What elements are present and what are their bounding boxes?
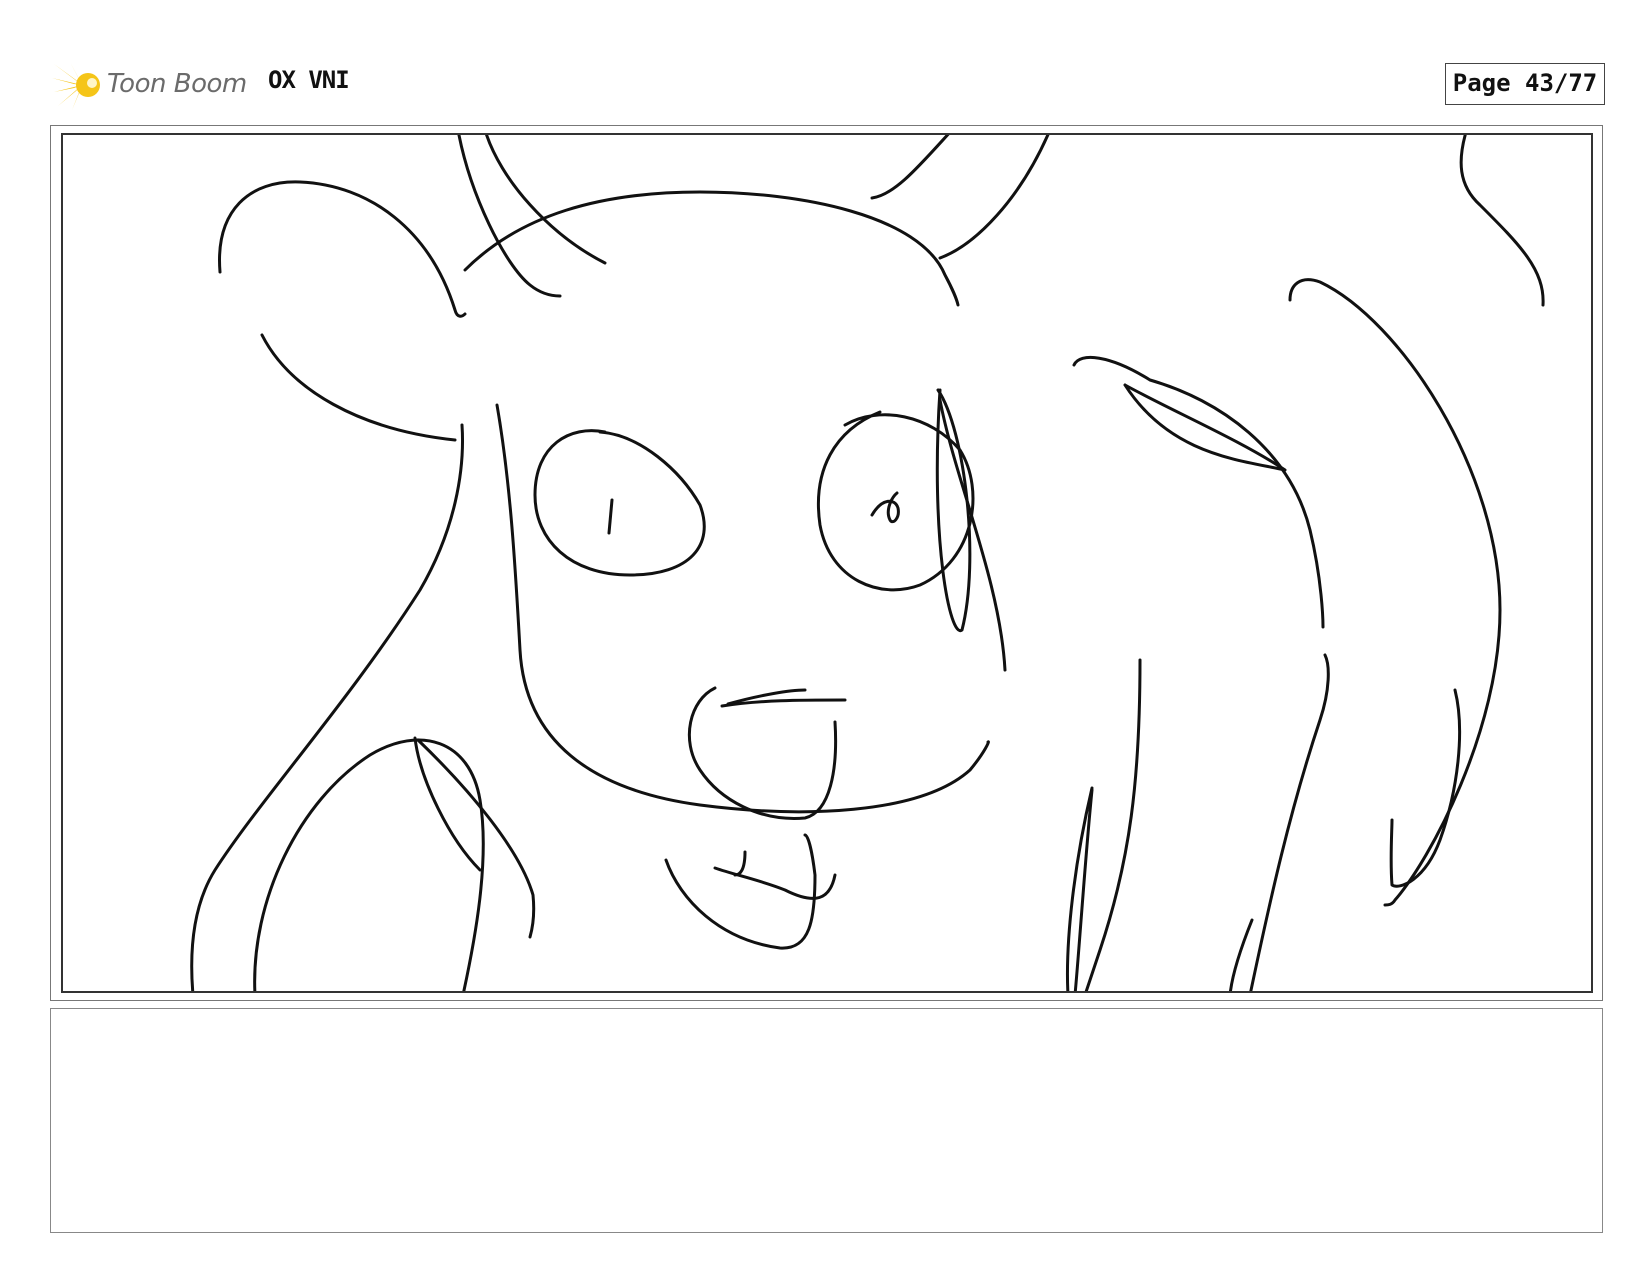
sketch-stroke-left-pupil bbox=[607, 498, 614, 535]
sketch-stroke-tongue bbox=[713, 866, 837, 900]
sketch-stroke-left-body bbox=[190, 423, 464, 991]
header-bar: Toon Boom OX VNI Page 43/77 bbox=[0, 0, 1650, 120]
sketch-stroke-hand-outer bbox=[253, 738, 485, 991]
sketch-stroke-hand-inner bbox=[413, 736, 482, 872]
sketch-stroke-head-top bbox=[463, 190, 960, 307]
sketch-stroke-right-hair-flick bbox=[1123, 383, 1287, 472]
sketch-stroke-chin bbox=[664, 833, 817, 950]
sketch-stroke-hair-strand bbox=[935, 388, 972, 633]
sunburst-logo-icon bbox=[52, 62, 100, 110]
sketch-stroke-body-right-b bbox=[1229, 918, 1254, 991]
sketch-stroke-hair-b bbox=[485, 135, 607, 265]
sketch-stroke-right-hair-top bbox=[1072, 355, 1325, 629]
sketch-stroke-hair-a bbox=[457, 135, 562, 298]
sketch-stroke-mouth-open bbox=[687, 686, 838, 820]
sketch-stroke-right-eye bbox=[816, 410, 975, 592]
page-counter: Page 43/77 bbox=[1445, 63, 1605, 105]
logo-text: Toon Boom bbox=[107, 69, 247, 99]
sketch-stroke-body-left bbox=[1084, 658, 1142, 991]
storyboard-panel[interactable] bbox=[61, 133, 1593, 993]
caption-box[interactable] bbox=[50, 1008, 1603, 1233]
sketch-stroke-left-eye bbox=[533, 429, 706, 577]
sketch-stroke-left-ear-top bbox=[218, 180, 467, 318]
sketch-drawing bbox=[190, 135, 1545, 991]
sketch-stroke-hand-finger bbox=[416, 738, 536, 939]
sketch-stroke-right-pupil bbox=[870, 491, 900, 524]
sketch-stroke-hair-d bbox=[938, 135, 1050, 260]
sketch-stroke-hair-e bbox=[1459, 135, 1545, 307]
sketch-stroke-left-ear-bottom bbox=[260, 333, 457, 442]
project-title: OX VNI bbox=[268, 66, 350, 94]
toon-boom-logo: Toon Boom bbox=[52, 58, 252, 112]
sketch-stroke-face-left bbox=[495, 403, 990, 814]
sketch-stroke-body-right bbox=[1249, 653, 1330, 991]
sketch-stroke-tongue-b bbox=[733, 850, 747, 877]
sketch-stroke-hair-c bbox=[870, 135, 950, 200]
